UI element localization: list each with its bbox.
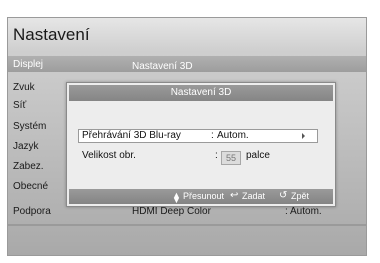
sidebar-item-zvuk[interactable]: Zvuk: [13, 82, 35, 93]
return-icon: ↺: [279, 190, 288, 201]
sidebar-item-obecne[interactable]: Obecné: [13, 181, 48, 192]
3d-bluray-playback-label: Přehrávání 3D Blu-ray: [82, 130, 181, 141]
dialog-footer: ▲ ▼ Přesunout ↩ Zadat ↺ Zpět: [69, 189, 333, 205]
screen-size-label: Velikost obr.: [82, 150, 136, 161]
sidebar-item-jazyk[interactable]: Jazyk: [13, 141, 39, 152]
arrow-right-icon: [302, 133, 305, 139]
screen-size-separator: :: [215, 150, 218, 161]
dialog-header: Nastavení 3D: [69, 85, 333, 101]
back-hint: Zpět: [291, 191, 310, 201]
screen-size-unit: palce: [246, 150, 270, 161]
hdmi-deep-color-label[interactable]: HDMI Deep Color: [132, 206, 211, 217]
3d-bluray-playback-value: Autom.: [217, 130, 249, 141]
sidebar-item-sit[interactable]: Síť: [13, 100, 26, 111]
submenu-item-3d-settings[interactable]: Nastavení 3D: [132, 61, 193, 72]
sidebar-item-displej[interactable]: Displej: [13, 59, 43, 70]
move-hint: Přesunout: [183, 191, 225, 201]
hdmi-deep-color-value: : Autom.: [285, 206, 322, 217]
3d-bluray-separator: :: [211, 130, 214, 141]
title-bar: Nastavení: [8, 18, 366, 51]
screen-size-input[interactable]: 55: [221, 151, 241, 165]
dialog-title: Nastavení 3D: [170, 87, 232, 98]
enter-hint: Zadat: [242, 191, 266, 201]
3d-settings-dialog: Nastavení 3D Přehrávání 3D Blu-ray : Aut…: [66, 82, 336, 207]
divider: [8, 224, 366, 226]
settings-screen: Nastavení Displej Nastavení 3D Zvuk Síť …: [7, 17, 367, 256]
sidebar-item-podpora[interactable]: Podpora: [13, 206, 51, 217]
updown-icon-lower: ▼: [172, 195, 181, 205]
sidebar-item-system[interactable]: Systém: [13, 121, 46, 132]
enter-icon: ↩: [230, 190, 239, 201]
sidebar-item-zabez[interactable]: Zabez.: [13, 161, 44, 172]
page-title: Nastavení: [13, 25, 90, 44]
